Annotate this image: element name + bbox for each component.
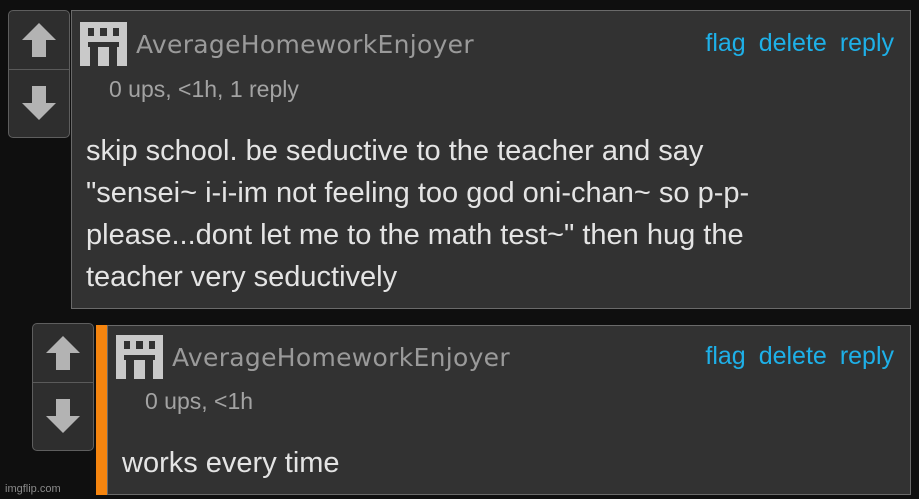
flag-link[interactable]: flag: [705, 29, 745, 58]
username[interactable]: AverageHomeworkEnjoyer: [136, 30, 474, 59]
upvote-arrow-icon: [46, 336, 80, 370]
vote-box: [8, 10, 70, 138]
reply-panel: AverageHomeworkEnjoyer flag delete reply…: [107, 325, 911, 495]
upvote-button[interactable]: [9, 11, 69, 69]
delete-link[interactable]: delete: [759, 342, 827, 371]
comment-text: skip school. be seductive to the teacher…: [86, 135, 750, 293]
comment-actions: flag delete reply: [705, 29, 894, 58]
castle-icon: [116, 335, 163, 379]
reply-link[interactable]: reply: [840, 29, 894, 58]
castle-icon: [80, 22, 127, 66]
reply-accent-bar: [96, 325, 107, 495]
comment-meta: 0 ups, <1h: [145, 388, 254, 414]
downvote-arrow-icon: [46, 399, 80, 433]
reply-link[interactable]: reply: [840, 342, 894, 371]
downvote-arrow-icon: [22, 86, 56, 120]
flag-link[interactable]: flag: [705, 342, 745, 371]
comment-actions: flag delete reply: [705, 342, 894, 371]
avatar[interactable]: [116, 335, 163, 379]
downvote-button[interactable]: [33, 383, 93, 449]
upvote-arrow-icon: [22, 23, 56, 57]
username[interactable]: AverageHomeworkEnjoyer: [172, 343, 510, 372]
upvote-button[interactable]: [33, 324, 93, 382]
comment-panel: AverageHomeworkEnjoyer flag delete reply…: [71, 10, 911, 309]
downvote-button[interactable]: [9, 70, 69, 136]
avatar[interactable]: [80, 22, 127, 66]
comment-meta: 0 ups, <1h, 1 reply: [109, 76, 299, 102]
comment-text: works every time: [122, 447, 340, 479]
watermark: imgflip.com: [5, 483, 61, 495]
vote-box: [32, 323, 94, 451]
delete-link[interactable]: delete: [759, 29, 827, 58]
